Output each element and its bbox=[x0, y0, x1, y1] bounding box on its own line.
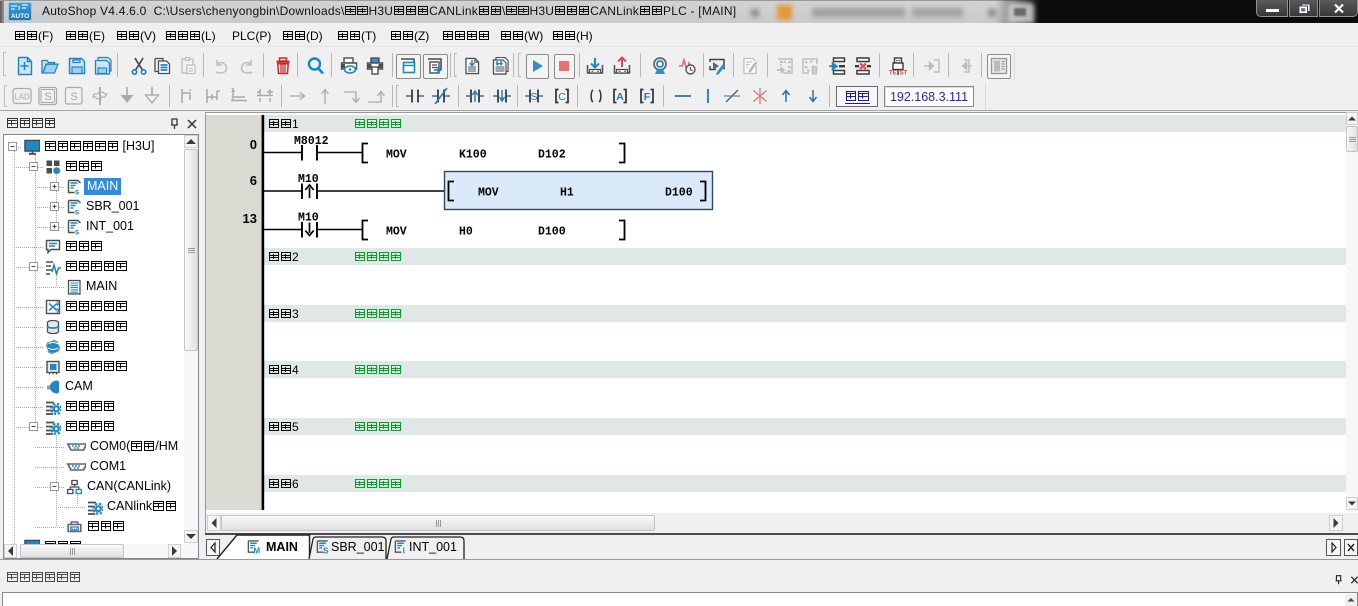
svg-text:I: I bbox=[403, 547, 405, 555]
svg-text:A: A bbox=[616, 91, 624, 103]
svg-text:ST: ST bbox=[900, 71, 908, 77]
svg-text:H1: H1 bbox=[560, 187, 574, 200]
svg-text:D100: D100 bbox=[665, 187, 693, 200]
svg-text:S: S bbox=[70, 91, 77, 103]
svg-text:F: F bbox=[644, 91, 651, 103]
svg-text:D102: D102 bbox=[538, 149, 566, 162]
svg-text:AUTO: AUTO bbox=[11, 13, 29, 20]
svg-text:S: S bbox=[44, 91, 51, 103]
svg-text:s: s bbox=[75, 208, 80, 216]
svg-text:M10: M10 bbox=[298, 212, 319, 225]
svg-text:MOV: MOV bbox=[386, 149, 407, 162]
svg-text:S: S bbox=[323, 547, 328, 555]
svg-text:s: s bbox=[75, 228, 80, 236]
svg-text:MOV: MOV bbox=[478, 187, 499, 200]
svg-text:S: S bbox=[530, 91, 537, 103]
svg-text:TE: TE bbox=[889, 71, 897, 77]
svg-text:D100: D100 bbox=[538, 226, 566, 239]
svg-text:K100: K100 bbox=[459, 149, 487, 162]
svg-text:M8012: M8012 bbox=[294, 135, 329, 148]
svg-text:s: s bbox=[75, 188, 80, 196]
svg-text:LAD: LAD bbox=[14, 93, 30, 102]
svg-text:M: M bbox=[253, 547, 260, 555]
svg-text:C: C bbox=[558, 91, 566, 103]
svg-text:MOV: MOV bbox=[386, 226, 407, 239]
svg-text:H0: H0 bbox=[459, 226, 473, 239]
svg-text:M10: M10 bbox=[298, 173, 319, 186]
